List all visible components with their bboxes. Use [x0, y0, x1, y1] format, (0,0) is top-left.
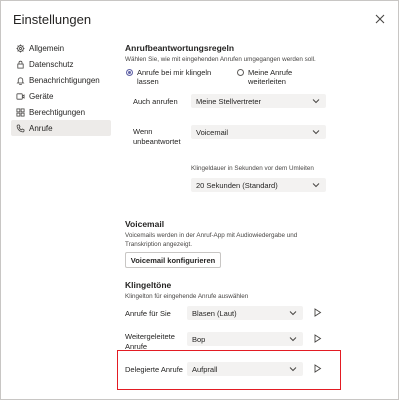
radio-ring-label: Anrufe bei mir klingeln lassen: [137, 68, 212, 86]
sidebar-item-geraete[interactable]: Geräte: [11, 88, 111, 104]
answer-rules-description: Wählen Sie, wie mit eingehenden Anrufen …: [125, 56, 316, 63]
voicemail-configure-button[interactable]: Voicemail konfigurieren: [125, 252, 221, 268]
ringtones-heading: Klingeltöne: [125, 280, 172, 290]
sidebar-item-label: Geräte: [29, 91, 54, 101]
sidebar-item-berechtigungen[interactable]: Berechtigungen: [11, 104, 111, 120]
sidebar-item-label: Anrufe: [29, 123, 53, 133]
ring-duration-label: Klingeldauer in Sekunden vor dem Umleite…: [191, 165, 314, 172]
unanswered-value: Voicemail: [196, 127, 229, 137]
also-call-value: Meine Stellvertreter: [196, 96, 262, 106]
answer-rules-heading: Anrufbeantwortungsregeln: [125, 43, 235, 53]
unanswered-label: Wenn unbeantwortet: [133, 127, 181, 146]
grid-icon: [15, 107, 25, 117]
sidebar-item-label: Benachrichtigungen: [29, 75, 100, 85]
sidebar-item-label: Datenschutz: [29, 59, 74, 69]
sidebar-item-benachrichtigungen[interactable]: Benachrichtigungen: [11, 72, 111, 88]
ringtone-select-calls[interactable]: Blasen (Laut): [187, 306, 303, 320]
also-call-select[interactable]: Meine Stellvertreter: [191, 94, 326, 108]
sidebar-item-allgemein[interactable]: Allgemein: [11, 40, 111, 56]
sidebar-item-anrufe[interactable]: Anrufe: [11, 120, 111, 136]
voicemail-description: Voicemails werden in der Anruf-App mit A…: [125, 232, 298, 248]
ring-duration-value: 20 Sekunden (Standard): [196, 180, 278, 190]
play-icon[interactable]: [313, 308, 322, 317]
radio-forward-label: Meine Anrufe weiterleiten: [248, 68, 293, 86]
sidebar-item-label: Berechtigungen: [29, 107, 86, 117]
ringtone-row-label: Anrufe für Sie: [125, 309, 171, 318]
chevron-down-icon: [289, 336, 297, 342]
chevron-down-icon: [312, 129, 320, 135]
settings-sidebar: Allgemein Datenschutz Benachrichtigungen…: [11, 40, 111, 136]
unanswered-select[interactable]: Voicemail: [191, 125, 326, 139]
device-icon: [15, 91, 25, 101]
radio-unchecked-icon: [237, 69, 244, 76]
sidebar-item-label: Allgemein: [29, 43, 65, 53]
also-call-label: Auch anrufen: [133, 97, 178, 106]
radio-forward-option[interactable]: Meine Anrufe weiterleiten: [237, 68, 327, 86]
phone-icon: [15, 123, 25, 133]
bell-icon: [15, 75, 25, 85]
ring-duration-select[interactable]: 20 Sekunden (Standard): [191, 178, 326, 192]
chevron-down-icon: [312, 98, 320, 104]
ringtone-select-forwarded[interactable]: Bop: [187, 332, 303, 346]
dialog-title: Einstellungen: [13, 12, 92, 27]
radio-checked-icon: [126, 69, 133, 76]
settings-dialog: Einstellungen Allgemein Datenschutz Bena…: [0, 0, 399, 400]
gear-icon: [15, 43, 25, 53]
lock-icon: [15, 59, 25, 69]
highlight-box: [117, 350, 341, 390]
ringtones-description: Klingelton für eingehende Anrufe auswähl…: [125, 293, 249, 300]
settings-main-panel: Anrufbeantwortungsregeln Wählen Sie, wie…: [125, 1, 399, 401]
sidebar-item-datenschutz[interactable]: Datenschutz: [11, 56, 111, 72]
ringtone-row-label: Weitergeleitete Anrufe: [125, 332, 175, 351]
ringtone-value: Blasen (Laut): [192, 308, 237, 318]
chevron-down-icon: [289, 310, 297, 316]
voicemail-heading: Voicemail: [125, 219, 165, 229]
play-icon[interactable]: [313, 334, 322, 343]
ringtone-value: Bop: [192, 334, 206, 344]
radio-ring-option[interactable]: Anrufe bei mir klingeln lassen: [126, 68, 230, 86]
chevron-down-icon: [312, 182, 320, 188]
